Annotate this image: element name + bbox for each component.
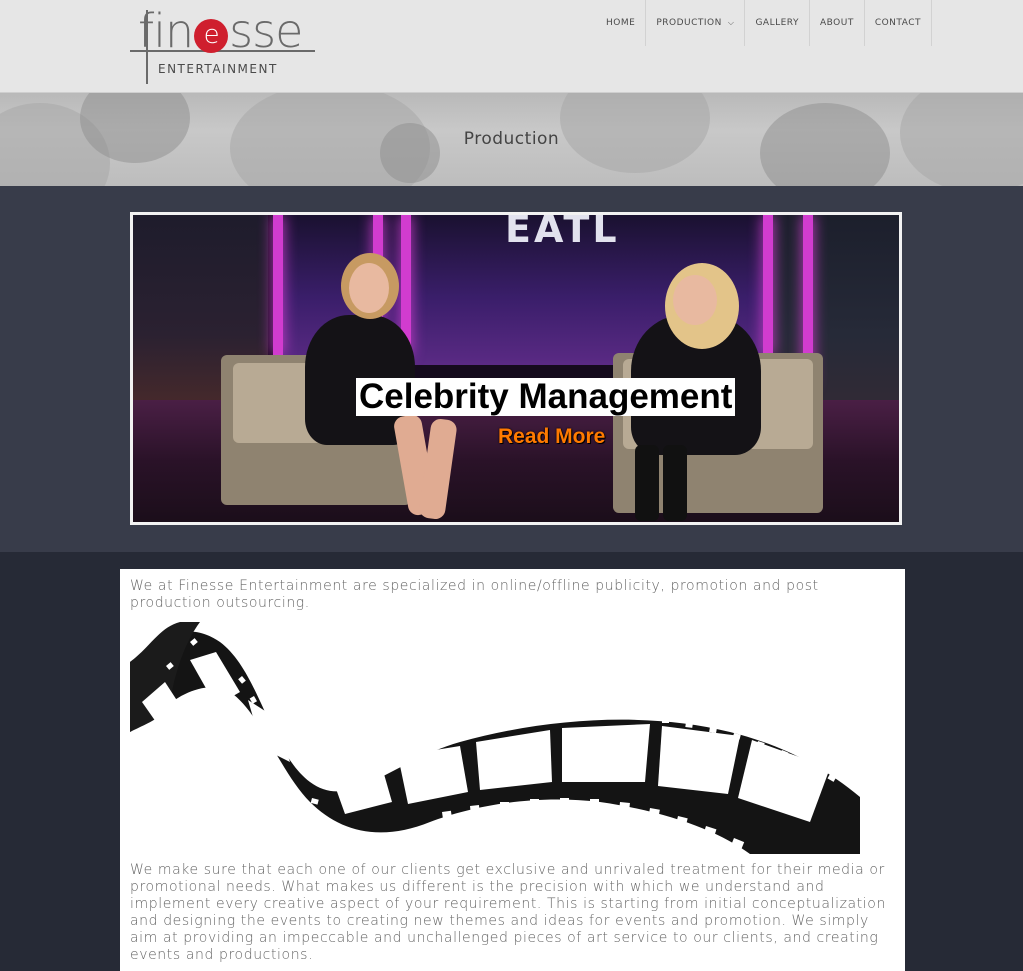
nav-item-gallery[interactable]: GALLERY [744, 0, 809, 46]
logo-wordmark: fin e sse [138, 4, 303, 58]
slide-photo: EATL [133, 215, 899, 522]
neon-pillar [273, 215, 283, 355]
nav-item-home[interactable]: HOME [596, 0, 645, 46]
nav-label: CONTACT [874, 18, 921, 28]
page-banner: Production [0, 93, 1023, 186]
nav-item-production[interactable]: PRODUCTION ⌵ [645, 0, 744, 46]
backdrop-lettering: EATL [505, 212, 620, 251]
guest-face [349, 263, 389, 313]
neon-pillar [763, 215, 773, 355]
finesse-logo[interactable]: fin e sse ENTERTAINMENT [128, 4, 318, 86]
nav-label: HOME [606, 18, 636, 28]
nav-label: PRODUCTION [656, 18, 722, 28]
image-slider[interactable]: EATL Celebrity Management Read More [130, 212, 902, 525]
host-boot [663, 445, 687, 521]
site-header: fin e sse ENTERTAINMENT HOME PRODUCTION ⌵ G… [0, 0, 1023, 93]
host-boot [635, 445, 659, 521]
logo-red-e: e [194, 19, 229, 53]
slider-section: EATL Celebrity Management Read More [0, 186, 1023, 552]
nav-label: GALLERY [755, 18, 799, 28]
content-panel: We at Finesse Entertainment are speciali… [120, 569, 905, 971]
intro-paragraph: We at Finesse Entertainment are speciali… [130, 578, 819, 611]
nav-item-contact[interactable]: CONTACT [863, 0, 932, 46]
read-more-link[interactable]: Read More [498, 425, 605, 449]
page-title: Production [463, 129, 560, 149]
nav-item-about[interactable]: ABOUT [808, 0, 864, 46]
logo-subtitle: ENTERTAINMENT [158, 62, 278, 76]
logo-word-end: sse [229, 4, 303, 58]
chevron-down-icon: ⌵ [727, 18, 735, 27]
main-nav: HOME PRODUCTION ⌵ GALLERY ABOUT CONTACT [596, 0, 932, 46]
nav-label: ABOUT [819, 18, 854, 28]
slide-caption-title: Celebrity Management [356, 378, 736, 416]
film-strip-illustration [130, 622, 860, 854]
logo-word-start: fin [138, 4, 194, 58]
host-face [673, 275, 717, 325]
body-paragraph: We make sure that each one of our client… [130, 862, 886, 963]
